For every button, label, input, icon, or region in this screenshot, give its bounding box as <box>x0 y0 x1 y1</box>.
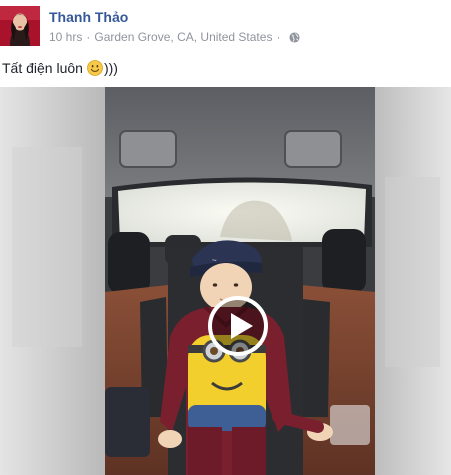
post-message: Tất điện luôn ))) <box>2 60 118 76</box>
avatar-photo <box>0 6 40 46</box>
facebook-post: Thanh Thảo 10 hrs · Garden Grove, CA, Un… <box>0 0 451 475</box>
post-location[interactable]: Garden Grove, CA, United States <box>94 30 272 44</box>
post-timestamp[interactable]: 10 hrs <box>49 30 82 44</box>
post-message-suffix: ))) <box>103 60 118 76</box>
play-button[interactable] <box>207 295 269 357</box>
play-icon <box>208 296 268 356</box>
video-thumbnail: ~ <box>0 87 451 475</box>
post-meta: 10 hrs · Garden Grove, CA, United States… <box>49 30 300 44</box>
post-message-text: Tất điện luôn <box>2 60 83 76</box>
svg-text:~: ~ <box>212 256 217 265</box>
smiley-icon <box>87 60 103 76</box>
author-avatar[interactable] <box>0 6 40 46</box>
video-player[interactable]: ~ <box>0 87 451 475</box>
meta-separator: · <box>86 30 91 44</box>
author-name-link[interactable]: Thanh Thảo <box>49 9 128 25</box>
globe-icon[interactable] <box>289 31 300 43</box>
meta-separator: · <box>276 30 281 44</box>
